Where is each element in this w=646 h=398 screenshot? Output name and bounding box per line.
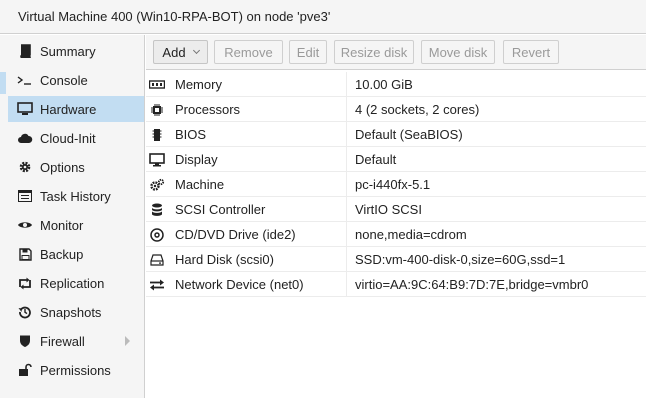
table-row[interactable]: CD/DVD Drive (ide2) none,media=cdrom [146, 222, 646, 247]
desktop-icon [148, 147, 166, 172]
hardware-value: SSD:vm-400-disk-0,size=60G,ssd=1 [355, 252, 566, 267]
sidebar-item-permissions[interactable]: Permissions [8, 357, 144, 383]
hardware-value: none,media=cdrom [355, 227, 467, 242]
sidebar-scroll-indicator [0, 72, 6, 94]
sidebar-item-summary[interactable]: Summary [8, 38, 144, 64]
terminal-icon [14, 67, 36, 93]
retweet-icon [14, 270, 36, 296]
cloud-icon [14, 125, 36, 151]
list-icon [14, 183, 36, 209]
hardware-name: Processors [175, 102, 241, 117]
sidebar-item-label: Monitor [40, 217, 84, 233]
table-row[interactable]: Hard Disk (scsi0) SSD:vm-400-disk-0,size… [146, 247, 646, 272]
sidebar-item-firewall[interactable]: Firewall [8, 328, 144, 354]
hardware-name: Hard Disk (scsi0) [175, 252, 274, 267]
revert-button[interactable]: Revert [503, 40, 559, 64]
sidebar-item-replication[interactable]: Replication [8, 270, 144, 296]
move-disk-button[interactable]: Move disk [421, 40, 495, 64]
sidebar-item-console[interactable]: Console [8, 67, 144, 93]
eye-icon [14, 212, 36, 238]
sidebar-item-label: Permissions [40, 362, 111, 378]
exchange-icon [148, 272, 166, 297]
cogs-icon [148, 172, 166, 197]
hardware-value: virtio=AA:9C:64:B9:7D:7E,bridge=vmbr0 [355, 277, 589, 292]
resize-disk-button[interactable]: Resize disk [334, 40, 414, 64]
table-row[interactable]: BIOS Default (SeaBIOS) [146, 122, 646, 147]
hardware-name: Memory [175, 77, 222, 92]
hdd-icon [148, 247, 166, 272]
hardware-value: 4 (2 sockets, 2 cores) [355, 102, 480, 117]
unlock-icon [14, 357, 36, 383]
sidebar-item-label: Hardware [40, 101, 97, 117]
sidebar-item-task-history[interactable]: Task History [8, 183, 144, 209]
hardware-value: Default [355, 152, 397, 167]
sidebar-item-monitor[interactable]: Monitor [8, 212, 144, 238]
hardware-name: CD/DVD Drive (ide2) [175, 227, 296, 242]
hardware-value: 10.00 GiB [355, 77, 413, 92]
sidebar: Summary Console Hardware Cloud-Init Opti… [0, 35, 145, 398]
sidebar-item-cloud-init[interactable]: Cloud-Init [8, 125, 144, 151]
table-row[interactable]: Memory 10.00 GiB [146, 72, 646, 97]
expand-arrow-icon[interactable] [125, 336, 130, 346]
cpu-icon [148, 97, 166, 122]
toolbar: Add Remove Edit Resize disk Move disk Re… [146, 35, 646, 70]
hardware-name: BIOS [175, 127, 207, 142]
sidebar-item-label: Backup [40, 246, 84, 262]
sidebar-item-label: Snapshots [40, 304, 102, 320]
add-button-label: Add [162, 44, 186, 60]
floppy-icon [14, 241, 36, 267]
hardware-name: Display [175, 152, 218, 167]
table-row[interactable]: SCSI Controller VirtIO SCSI [146, 197, 646, 222]
hardware-value: VirtIO SCSI [355, 202, 422, 217]
hardware-value: Default (SeaBIOS) [355, 127, 463, 142]
sidebar-item-label: Console [40, 72, 88, 88]
sidebar-item-label: Replication [40, 275, 105, 291]
table-row[interactable]: Machine pc-i440fx-5.1 [146, 172, 646, 197]
sidebar-item-options[interactable]: Options [8, 154, 144, 180]
sidebar-item-label: Options [40, 159, 85, 175]
hardware-value: pc-i440fx-5.1 [355, 177, 431, 192]
table-row[interactable]: Network Device (net0) virtio=AA:9C:64:B9… [146, 272, 646, 297]
hardware-name: Network Device (net0) [175, 277, 304, 292]
book-icon [14, 38, 36, 64]
cdrom-icon [148, 222, 166, 247]
chevron-down-icon [192, 46, 200, 55]
memory-icon [148, 72, 166, 97]
database-icon [148, 197, 166, 222]
hardware-name: Machine [175, 177, 225, 192]
sidebar-item-snapshots[interactable]: Snapshots [8, 299, 144, 325]
page-title: Virtual Machine 400 (Win10-RPA-BOT) on n… [18, 9, 331, 24]
sidebar-item-label: Firewall [40, 333, 85, 349]
monitor-icon [14, 96, 36, 122]
add-button[interactable]: Add [153, 40, 208, 64]
sidebar-item-hardware[interactable]: Hardware [8, 96, 144, 122]
microchip-icon [148, 122, 166, 147]
sidebar-item-label: Task History [40, 188, 111, 204]
shield-icon [14, 328, 36, 354]
gear-icon [14, 154, 36, 180]
edit-button[interactable]: Edit [289, 40, 327, 64]
sidebar-item-backup[interactable]: Backup [8, 241, 144, 267]
sidebar-item-label: Cloud-Init [40, 130, 96, 146]
remove-button[interactable]: Remove [214, 40, 283, 64]
history-icon [14, 299, 36, 325]
table-row[interactable]: Display Default [146, 147, 646, 172]
hardware-name: SCSI Controller [175, 202, 266, 217]
table-row[interactable]: Processors 4 (2 sockets, 2 cores) [146, 97, 646, 122]
sidebar-item-label: Summary [40, 43, 96, 59]
window-titlebar: Virtual Machine 400 (Win10-RPA-BOT) on n… [0, 0, 646, 34]
